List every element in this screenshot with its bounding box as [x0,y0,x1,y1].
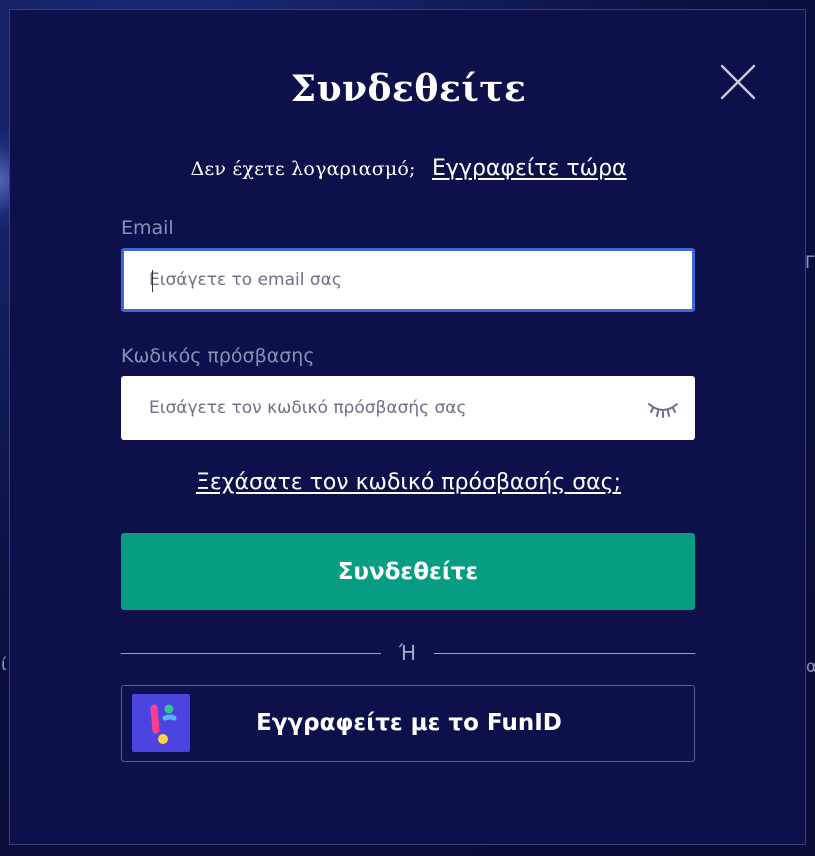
close-button[interactable] [719,63,757,101]
forgot-password-link[interactable]: Ξεχάσατε τον κωδικό πρόσβασής σας; [10,470,807,495]
login-button[interactable]: Συνδεθείτε [121,533,695,610]
background-edge-text: Γ [805,253,815,273]
password-visibility-toggle[interactable] [647,398,679,420]
email-label: Email [121,217,174,239]
funid-signup-button[interactable]: Εγγραφείτε με το FunID [121,685,695,762]
text-caret [152,270,153,292]
modal-title: Συνδεθείτε [290,68,527,110]
background-edge-text: ί [1,655,7,675]
password-field[interactable] [149,376,619,440]
divider-line-right [434,653,695,654]
divider-text: Ή [398,641,417,665]
signup-prompt-text: Δεν έχετε λογαριασμό; [190,158,416,180]
email-field[interactable] [149,251,619,309]
eye-closed-icon [648,403,678,418]
email-field-wrapper[interactable] [121,248,695,312]
signup-prompt-row: Δεν έχετε λογαριασμό; Εγγραφείτε τώρα [10,156,807,181]
divider-line-left [121,653,381,654]
password-label: Κωδικός πρόσβασης [121,345,315,367]
login-modal: Συνδεθείτε Δεν έχετε λογαριασμό; Εγγραφε… [9,9,806,845]
password-field-wrapper[interactable] [121,376,695,440]
background-edge-text: α [806,657,815,677]
signup-link[interactable]: Εγγραφείτε τώρα [432,156,627,181]
close-icon [720,64,756,100]
funid-button-label: Εγγραφείτε με το FunID [256,710,562,736]
